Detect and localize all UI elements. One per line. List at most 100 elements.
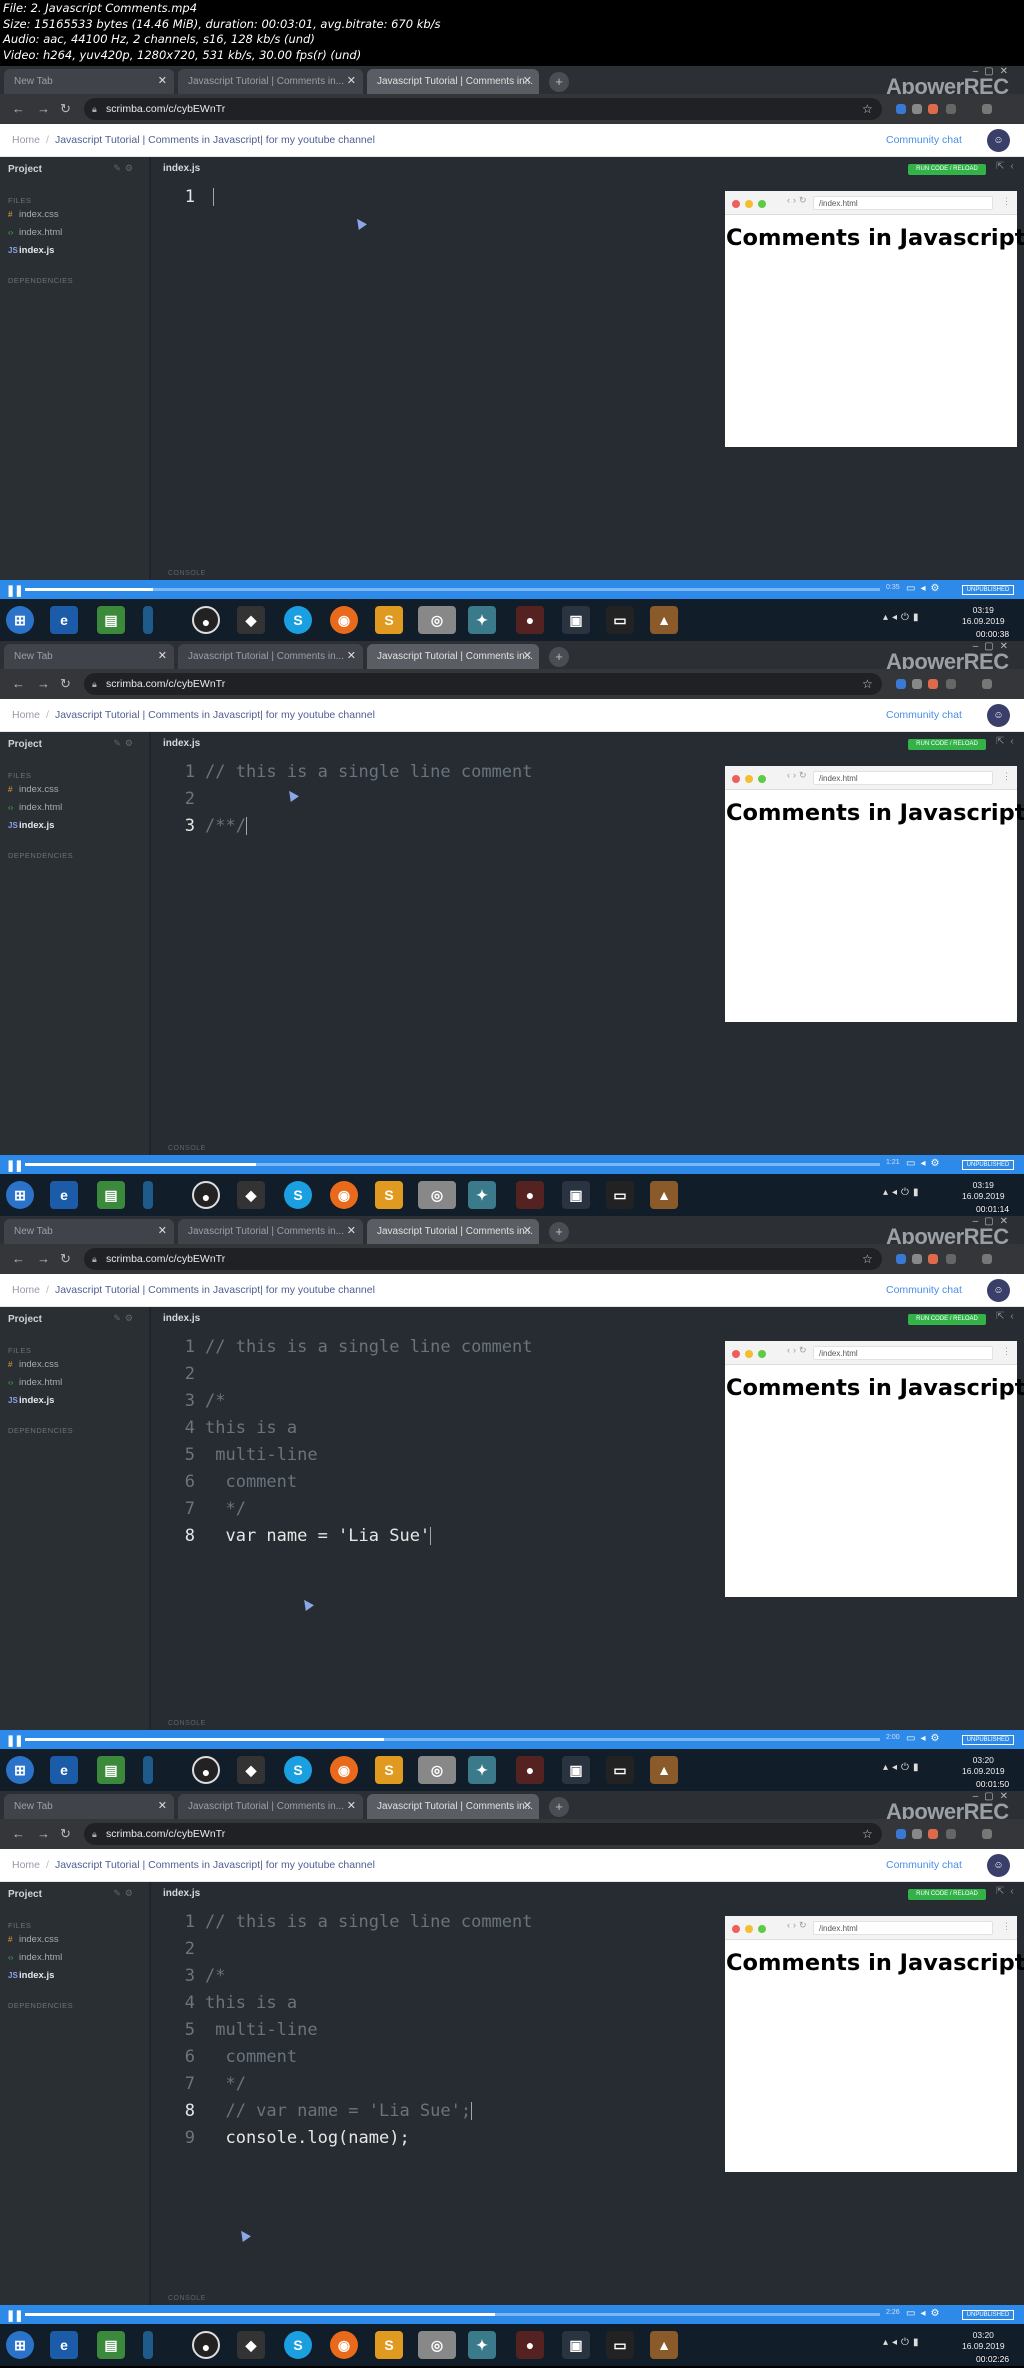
pause-icon[interactable]: ❚❚ bbox=[6, 1734, 23, 1747]
player-icons[interactable]: ▭◂⚙ bbox=[906, 2308, 944, 2319]
back-icon[interactable]: ← bbox=[12, 100, 25, 118]
file-item[interactable]: # index.css bbox=[8, 1359, 59, 1370]
new-tab-button[interactable]: + bbox=[549, 647, 569, 667]
code-line[interactable]: 3 /* bbox=[151, 1963, 711, 1990]
browser-tab[interactable]: Javascript Tutorial | Comments in... ✕ bbox=[178, 1219, 363, 1244]
ie-icon[interactable]: e bbox=[50, 2331, 78, 2359]
window-controls[interactable]: ‒▢✕ bbox=[973, 66, 1014, 77]
extension-icon[interactable] bbox=[928, 679, 938, 689]
vlc-icon[interactable]: ▲ bbox=[650, 1756, 678, 1784]
file-item-selected[interactable]: JSindex.js bbox=[8, 820, 54, 831]
close-icon[interactable]: ✕ bbox=[523, 1794, 532, 1819]
app-icon[interactable]: ✦ bbox=[468, 1181, 496, 1209]
notepad-icon[interactable]: ▤ bbox=[97, 1181, 125, 1209]
bookmark-star-icon[interactable]: ☆ bbox=[862, 1248, 873, 1270]
avatar[interactable]: ☺ bbox=[987, 129, 1010, 152]
editor-toolbar-icons[interactable]: ⇱‹ bbox=[996, 1886, 1020, 1897]
ie-icon[interactable]: e bbox=[50, 1181, 78, 1209]
forward-icon[interactable]: → bbox=[37, 675, 50, 693]
extension-icon[interactable] bbox=[896, 104, 906, 114]
progress-track[interactable] bbox=[25, 2313, 880, 2316]
firefox-icon[interactable]: ◉ bbox=[330, 2331, 358, 2359]
url-input[interactable]: 🔒︎ scrimba.com/c/cybEWnTr bbox=[84, 1823, 882, 1845]
extension-icon[interactable] bbox=[912, 1254, 922, 1264]
close-icon[interactable]: ✕ bbox=[523, 1219, 532, 1244]
progress-track[interactable] bbox=[25, 1163, 880, 1166]
code-line[interactable]: 6 comment bbox=[151, 1469, 711, 1496]
sidebar-tools-icons[interactable]: ✎⚙ bbox=[113, 1888, 137, 1899]
code-line[interactable]: 2 bbox=[151, 786, 711, 813]
terminal-icon[interactable]: ▭ bbox=[606, 1756, 634, 1784]
menu-icon[interactable] bbox=[982, 1254, 992, 1264]
menu-icon[interactable] bbox=[982, 1829, 992, 1839]
start-button-icon[interactable]: ⊞ bbox=[6, 606, 34, 634]
editor-toolbar-icons[interactable]: ⇱‹ bbox=[996, 161, 1020, 172]
system-tray-icons[interactable]: ▴◂⏻▮ bbox=[883, 1762, 922, 1773]
code-line[interactable]: 1 bbox=[151, 184, 711, 211]
app-icon[interactable] bbox=[143, 1756, 153, 1784]
browser-tab[interactable]: Javascript Tutorial | Comments in... ✕ bbox=[178, 1794, 363, 1819]
close-icon[interactable]: ✕ bbox=[523, 69, 532, 94]
pause-icon[interactable]: ❚❚ bbox=[6, 1159, 23, 1172]
record-icon[interactable]: ● bbox=[192, 606, 220, 634]
avatar[interactable]: ☺ bbox=[987, 704, 1010, 727]
skype-icon[interactable]: S bbox=[284, 606, 312, 634]
browser-tab[interactable]: Javascript Tutorial | Comments in... ✕ bbox=[178, 69, 363, 94]
code-line[interactable]: 2 bbox=[151, 1361, 711, 1388]
notepad-icon[interactable]: ▤ bbox=[97, 606, 125, 634]
preview-menu-icon[interactable]: ⋮ bbox=[1002, 771, 1011, 782]
app-icon[interactable]: ✦ bbox=[468, 1756, 496, 1784]
window-controls[interactable]: ‒▢✕ bbox=[973, 641, 1014, 652]
extension-icon[interactable] bbox=[912, 1829, 922, 1839]
file-item[interactable]: ‹› index.html bbox=[8, 1952, 62, 1963]
reload-icon[interactable]: ↻ bbox=[60, 100, 71, 118]
preview-url-field[interactable]: /index.html bbox=[813, 196, 993, 210]
code-line[interactable]: 6 comment bbox=[151, 2044, 711, 2071]
record-icon[interactable]: ● bbox=[192, 2331, 220, 2359]
file-item[interactable]: # index.css bbox=[8, 1934, 59, 1945]
community-chat-link[interactable]: Community chat bbox=[886, 124, 962, 157]
firefox-icon[interactable]: ◉ bbox=[330, 1756, 358, 1784]
close-icon[interactable]: ✕ bbox=[158, 644, 167, 669]
run-code-button[interactable]: RUN CODE / RELOAD bbox=[908, 164, 986, 175]
recorder-icon[interactable]: ● bbox=[516, 606, 544, 634]
avatar[interactable]: ☺ bbox=[987, 1279, 1010, 1302]
bookmark-star-icon[interactable]: ☆ bbox=[862, 673, 873, 695]
code-line[interactable]: 5 multi-line bbox=[151, 1442, 711, 1469]
close-icon[interactable]: ✕ bbox=[347, 69, 356, 94]
close-icon[interactable]: ✕ bbox=[158, 1794, 167, 1819]
breadcrumb-home-link[interactable]: Home bbox=[12, 134, 40, 146]
app-icon[interactable]: ◆ bbox=[237, 2331, 265, 2359]
preview-url-field[interactable]: /index.html bbox=[813, 771, 993, 785]
progress-track[interactable] bbox=[25, 588, 880, 591]
skype-icon[interactable]: S bbox=[284, 1181, 312, 1209]
app-icon[interactable]: ◆ bbox=[237, 1181, 265, 1209]
start-button-icon[interactable]: ⊞ bbox=[6, 2331, 34, 2359]
breadcrumb-home-link[interactable]: Home bbox=[12, 709, 40, 721]
back-icon[interactable]: ← bbox=[12, 675, 25, 693]
breadcrumb-home-link[interactable]: Home bbox=[12, 1284, 40, 1296]
close-icon[interactable]: ✕ bbox=[347, 1794, 356, 1819]
reload-icon[interactable]: ↻ bbox=[60, 675, 71, 693]
recorder-icon[interactable]: ● bbox=[516, 1756, 544, 1784]
console-tab[interactable]: CONSOLE bbox=[168, 1720, 206, 1727]
terminal-icon[interactable]: ▭ bbox=[606, 606, 634, 634]
close-icon[interactable]: ✕ bbox=[347, 1219, 356, 1244]
sidebar-tools-icons[interactable]: ✎⚙ bbox=[113, 163, 137, 174]
browser-tab-active[interactable]: Javascript Tutorial | Comments in... ✕ bbox=[367, 69, 539, 94]
skype-icon[interactable]: S bbox=[284, 2331, 312, 2359]
file-item[interactable]: # index.css bbox=[8, 209, 59, 220]
extension-icon[interactable] bbox=[912, 104, 922, 114]
system-tray-icons[interactable]: ▴◂⏻▮ bbox=[883, 1187, 922, 1198]
start-button-icon[interactable]: ⊞ bbox=[6, 1181, 34, 1209]
terminal-icon[interactable]: ▭ bbox=[606, 2331, 634, 2359]
chrome-icon[interactable]: ◎ bbox=[418, 606, 456, 634]
sidebar-tools-icons[interactable]: ✎⚙ bbox=[113, 1313, 137, 1324]
file-item[interactable]: ‹› index.html bbox=[8, 227, 62, 238]
reload-icon[interactable]: ↻ bbox=[60, 1250, 71, 1268]
extension-icon[interactable] bbox=[946, 679, 956, 689]
record-icon[interactable]: ● bbox=[192, 1756, 220, 1784]
url-input[interactable]: 🔒︎ scrimba.com/c/cybEWnTr bbox=[84, 98, 882, 120]
code-line[interactable]: 9 console.log(name); bbox=[151, 2125, 711, 2152]
recorder-icon[interactable]: ● bbox=[516, 2331, 544, 2359]
